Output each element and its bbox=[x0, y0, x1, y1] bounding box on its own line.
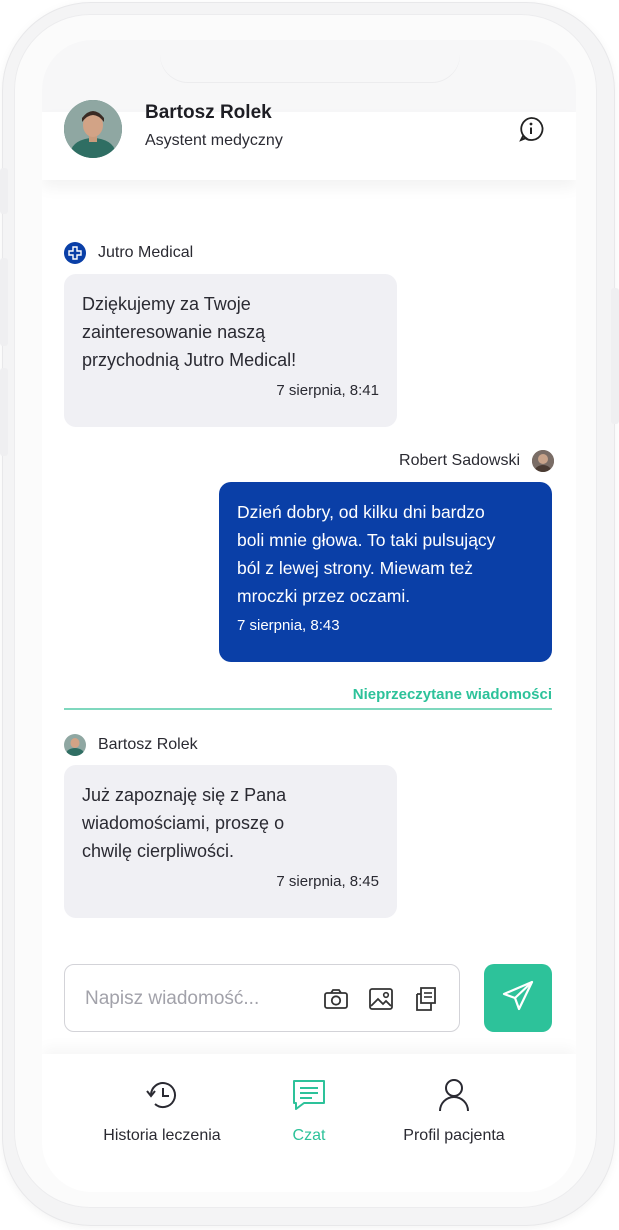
message-sender-name: Jutro Medical bbox=[98, 244, 194, 261]
history-icon bbox=[143, 1076, 181, 1119]
assistant-name: Bartosz Rolek bbox=[145, 102, 272, 123]
device-side-button bbox=[611, 288, 619, 424]
device-side-button bbox=[0, 258, 8, 346]
message-input[interactable] bbox=[85, 985, 305, 1013]
device-side-button bbox=[0, 168, 8, 214]
send-icon bbox=[500, 978, 536, 1019]
message-text: Już zapoznaję się z Pana wiadomościami, … bbox=[82, 785, 287, 861]
user-icon bbox=[435, 1076, 473, 1119]
message-time: 7 sierpnia, 8:43 bbox=[237, 617, 340, 634]
device-side-button bbox=[0, 368, 8, 456]
assistant-role: Asystent medyczny bbox=[145, 132, 283, 149]
nav-item-label: Czat bbox=[292, 1127, 326, 1144]
user-avatar bbox=[532, 450, 554, 472]
message-bubble-incoming: Już zapoznaję się z Pana wiadomościami, … bbox=[64, 765, 397, 918]
unread-divider-label: Nieprzeczytane wiadomości bbox=[352, 686, 552, 703]
info-icon[interactable] bbox=[518, 116, 544, 142]
image-icon[interactable] bbox=[368, 986, 394, 1012]
message-text: Dzień dobry, od kilku dni bardzo boli mn… bbox=[237, 502, 496, 606]
message-sender-row: Robert Sadowski bbox=[399, 450, 554, 472]
nav-item-profile[interactable]: Profil pacjenta bbox=[392, 1076, 516, 1145]
clinic-logo-icon bbox=[64, 242, 86, 264]
message-bubble-outgoing: Dzień dobry, od kilku dni bardzo boli mn… bbox=[219, 482, 552, 662]
nav-item-history[interactable]: Historia leczenia bbox=[100, 1076, 224, 1145]
message-text: Dziękujemy za Twoje zainteresowanie nasz… bbox=[82, 294, 297, 370]
message-sender-row: Bartosz Rolek bbox=[64, 734, 198, 756]
message-composer bbox=[64, 964, 460, 1032]
device-notch bbox=[160, 40, 460, 82]
send-button[interactable] bbox=[484, 964, 552, 1032]
message-sender-row: Jutro Medical bbox=[64, 242, 193, 264]
document-icon[interactable] bbox=[414, 986, 440, 1012]
nav-item-chat[interactable]: Czat bbox=[270, 1076, 348, 1145]
unread-divider bbox=[64, 708, 552, 710]
message-time: 7 sierpnia, 8:45 bbox=[276, 873, 379, 890]
message-time: 7 sierpnia, 8:41 bbox=[276, 382, 379, 399]
message-bubble-incoming: Dziękujemy za Twoje zainteresowanie nasz… bbox=[64, 274, 397, 427]
bottom-navigation: Historia leczenia Czat Profil pacjenta bbox=[42, 1054, 576, 1192]
message-sender-name: Robert Sadowski bbox=[399, 452, 520, 469]
chat-icon bbox=[290, 1076, 328, 1119]
app-screen: Bartosz Rolek Asystent medyczny Jutro Me… bbox=[42, 40, 576, 1192]
nav-item-label: Profil pacjenta bbox=[403, 1127, 505, 1144]
message-sender-name: Bartosz Rolek bbox=[98, 736, 198, 753]
camera-icon[interactable] bbox=[323, 986, 349, 1012]
chat-header: Bartosz Rolek Asystent medyczny bbox=[42, 100, 576, 180]
assistant-avatar-small bbox=[64, 734, 86, 756]
assistant-avatar bbox=[64, 100, 122, 158]
nav-item-label: Historia leczenia bbox=[103, 1127, 221, 1144]
